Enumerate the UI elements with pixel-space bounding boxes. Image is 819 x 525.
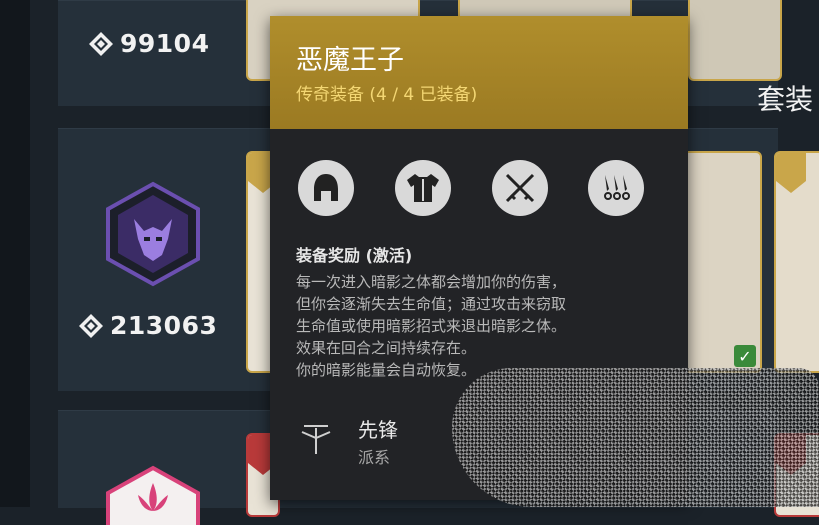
power-score: 213063 (78, 311, 217, 340)
gem-icon (79, 313, 103, 338)
helmet-icon (314, 174, 338, 201)
equipped-check-icon: ✓ (734, 345, 756, 367)
class-type: 派系 (358, 448, 391, 467)
helmet-slot[interactable] (298, 160, 354, 216)
gem-icon (89, 31, 113, 56)
power-score: 99104 (88, 29, 209, 58)
vanguard-class-icon (301, 425, 331, 454)
chest-armor-icon (407, 174, 439, 202)
gear-card-equipped[interactable]: ✓ (678, 151, 762, 373)
set-rarity: 传奇装备 (4 / 4 已装备) (296, 85, 478, 105)
description-line: 每一次进入暗影之体都会增加你的伤害， (296, 273, 567, 291)
set-section-title: 套装 (757, 83, 814, 116)
crossed-swords-icon (505, 173, 535, 203)
lotus-emblem-icon (106, 465, 200, 525)
bonus-description: 每一次进入暗影之体都会增加你的伤害， 但你会逐渐失去生命值；通过攻击来窃取 生命… (296, 271, 676, 381)
power-value: 213063 (110, 311, 218, 340)
demon-emblem-icon (106, 181, 200, 287)
bonus-title: 装备奖励 (激活) (296, 246, 413, 265)
tooltip-header: 恶魔王子 传奇装备 (4 / 4 已装备) (270, 16, 688, 129)
left-edge-panel (0, 0, 30, 507)
class-name: 先锋 (358, 418, 398, 442)
set-name: 恶魔王子 (296, 45, 404, 76)
weapon-slot[interactable] (492, 160, 548, 216)
description-line: 生命值或使用暗影招式来退出暗影之体。 (296, 317, 567, 335)
gear-card[interactable] (688, 0, 782, 81)
ranged-slot[interactable] (588, 160, 644, 216)
gear-card[interactable] (774, 151, 819, 373)
video-overlay-artifact (452, 368, 819, 507)
description-line: 但你会逐渐失去生命值；通过攻击来窃取 (296, 295, 567, 313)
power-value: 99104 (120, 29, 210, 58)
card-class-badge (776, 153, 806, 193)
description-line: 效果在回合之间持续存在。 (296, 339, 477, 357)
chest-slot[interactable] (395, 160, 451, 216)
kunai-icon (604, 175, 630, 200)
